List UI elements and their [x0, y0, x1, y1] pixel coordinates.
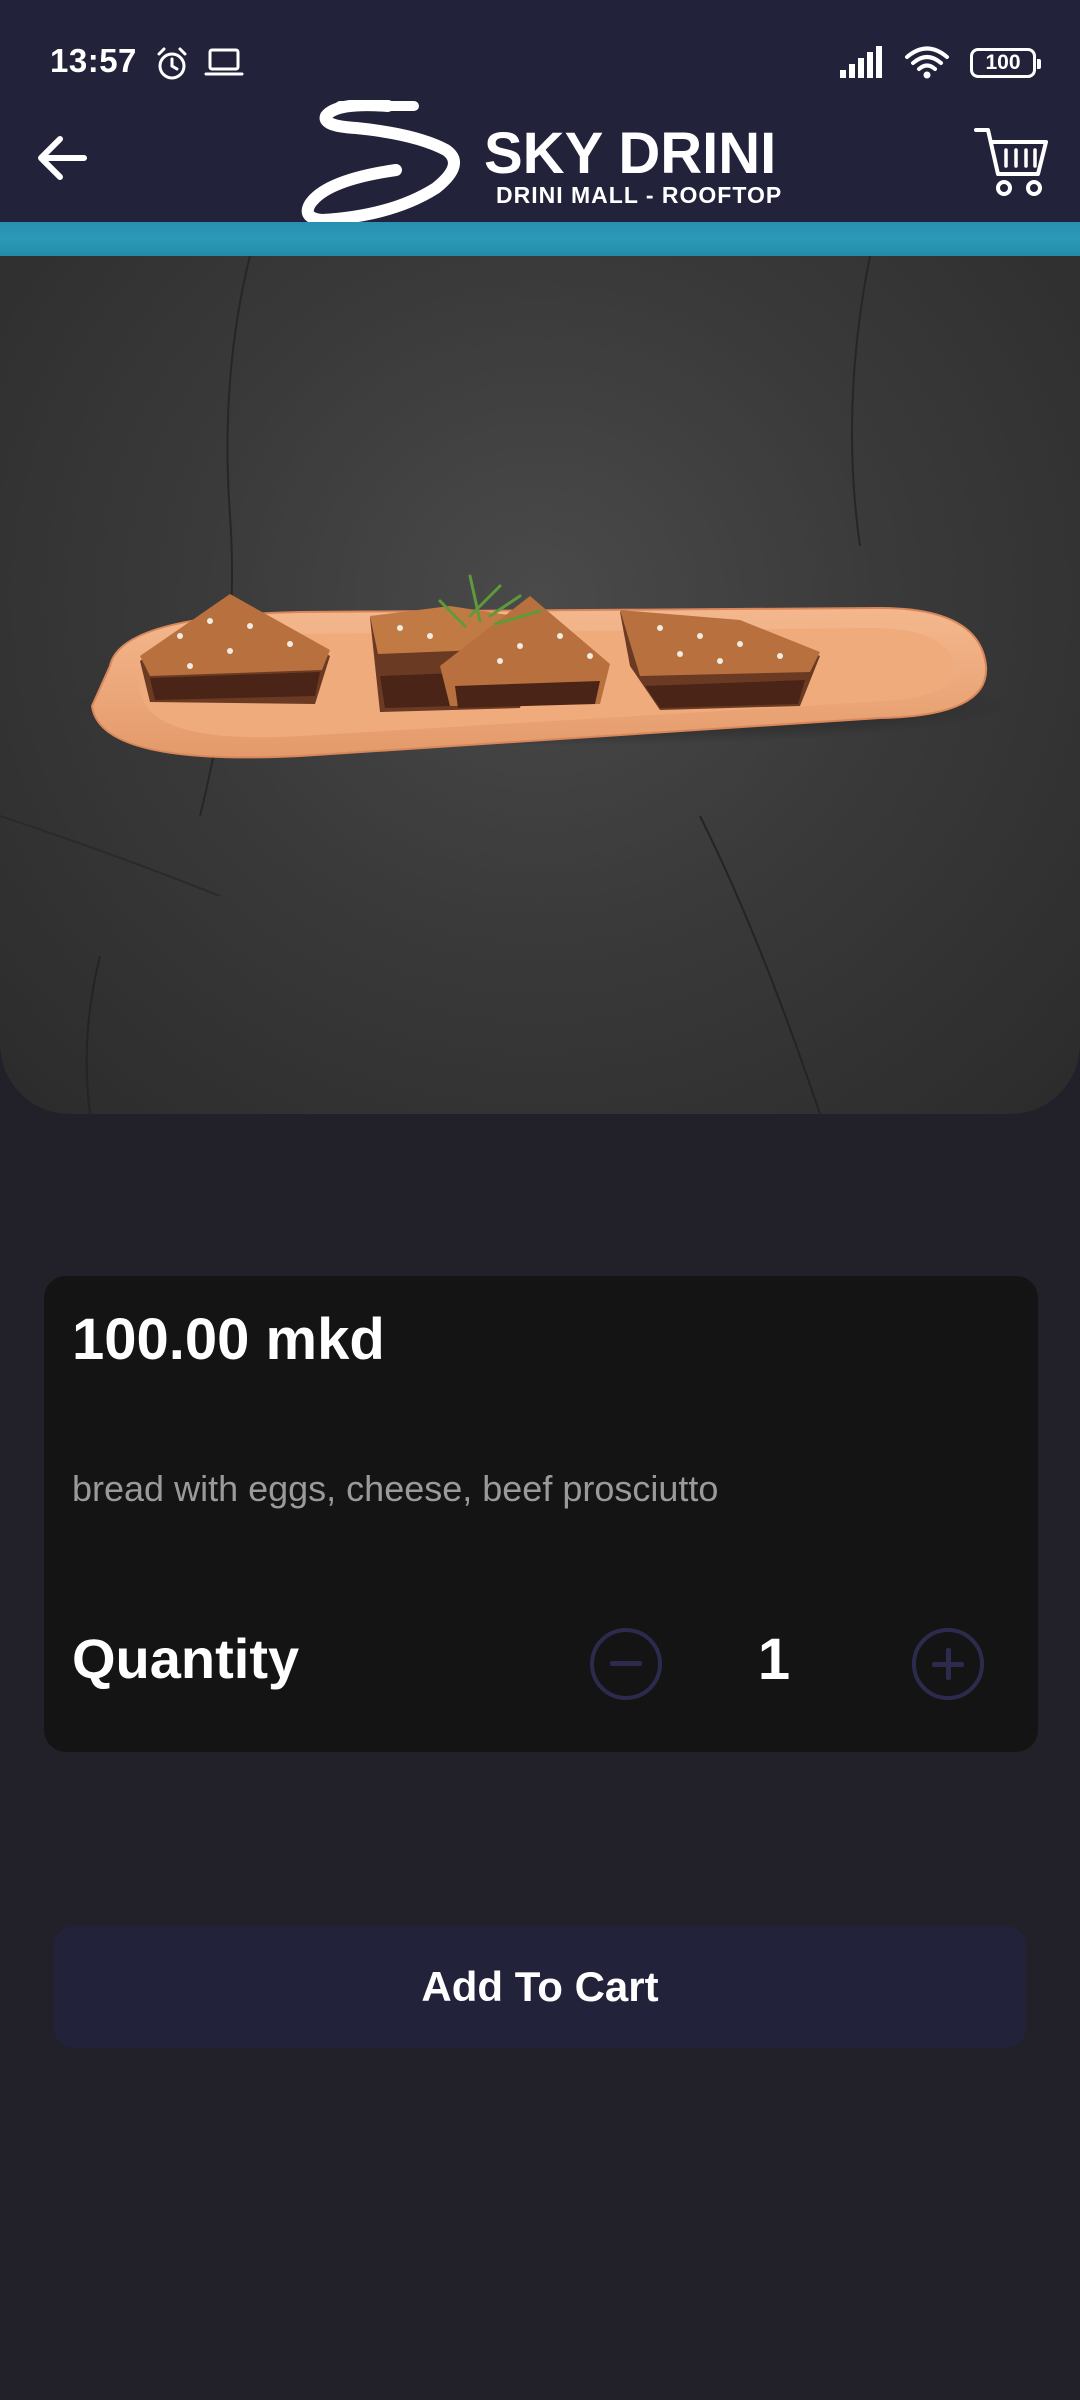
signal-icon	[840, 46, 882, 78]
quantity-label: Quantity	[72, 1627, 300, 1690]
logo-mark-icon	[301, 100, 460, 224]
status-right-group: 100	[838, 46, 1041, 80]
product-image	[0, 256, 1080, 1114]
increase-quantity-button[interactable]	[912, 1628, 984, 1700]
status-bar: 13:57 100	[0, 0, 1080, 96]
wifi-icon	[905, 46, 949, 79]
minus-icon	[610, 1661, 642, 1666]
laptop-icon	[204, 48, 244, 76]
product-info-card: 100.00 mkd bread with eggs, cheese, beef…	[44, 1276, 1038, 1752]
status-time: 13:57	[50, 42, 137, 79]
decrease-quantity-button[interactable]	[590, 1628, 662, 1700]
food-photo	[0, 256, 1010, 1114]
cart-button[interactable]	[970, 118, 1054, 202]
product-description: bread with eggs, cheese, beef prosciutto	[72, 1468, 719, 1509]
brand-name: SKY DRINI	[484, 121, 777, 186]
alarm-icon	[157, 47, 187, 80]
cart-icon	[974, 128, 1048, 196]
brand-subtitle: DRINI MALL - ROOFTOP	[496, 182, 783, 208]
product-price: 100.00 mkd	[72, 1307, 385, 1372]
brand-logo: SKY DRINI DRINI MALL - ROOFTOP	[296, 100, 796, 224]
accent-stripe	[0, 222, 1080, 256]
add-to-cart-button[interactable]: Add To Cart	[54, 1926, 1026, 2048]
plus-icon	[932, 1648, 964, 1680]
app-header: 13:57 100 SKY DRINI DRINI MALL - ROOFTOP	[0, 0, 1080, 224]
back-button[interactable]	[30, 126, 94, 190]
battery-icon: 100	[970, 48, 1041, 78]
arrow-left-icon	[38, 136, 87, 180]
quantity-value: 1	[757, 1627, 791, 1692]
